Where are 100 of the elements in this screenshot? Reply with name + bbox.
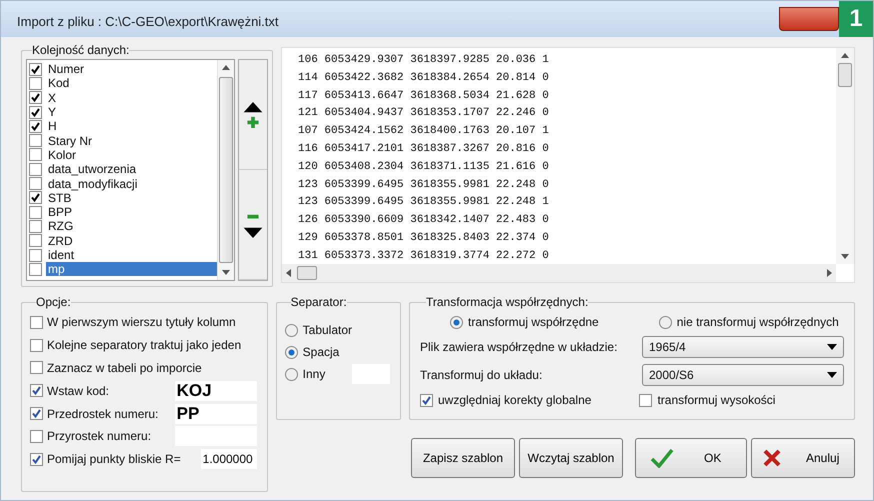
scroll-left-icon[interactable] (286, 269, 291, 277)
radio-label: Inny (302, 367, 326, 381)
preview-line: 106 6053429.9307 3618397.9285 20.036 1 (298, 53, 550, 68)
list-item[interactable]: data_utworzenia (46, 162, 136, 176)
group-legend: Separator: (290, 295, 347, 309)
list-item[interactable]: Numer (46, 62, 84, 76)
radio-button[interactable] (284, 368, 298, 380)
checkbox-label: W pierwszym wierszu tytuły kolumn (47, 315, 236, 330)
field-label: Plik zawiera współrzędne w układzie: (420, 340, 618, 354)
text-field[interactable]: KOJ (174, 380, 257, 401)
radio-label: Spacja (302, 345, 340, 359)
checkbox[interactable] (29, 76, 42, 90)
list-item[interactable]: Kod (46, 76, 70, 90)
preview-line: 114 6053422.3682 3618384.2654 20.814 0 (298, 70, 550, 86)
checkbox[interactable] (29, 262, 42, 276)
text-field[interactable]: 1.000000 (200, 449, 257, 470)
checkbox[interactable] (30, 338, 43, 352)
scroll-thumb[interactable] (219, 77, 233, 263)
checkbox[interactable] (30, 361, 43, 374)
radio-label: transformuj współrzędne (468, 315, 599, 329)
checked-checkbox[interactable] (29, 191, 42, 204)
checkbox-label: Zaznacz w tabeli po imporcie (47, 360, 202, 375)
scroll-up-icon[interactable] (841, 53, 849, 58)
list-item[interactable]: Stary Nr (46, 134, 92, 148)
checkbox[interactable] (29, 148, 42, 162)
list-item[interactable]: Kolor (46, 148, 76, 162)
checkbox-label: Przyrostek numeru: (47, 429, 152, 444)
preview-line: 126 6053390.6609 3618342.1407 22.483 0 (298, 213, 550, 228)
preview-line: 129 6053378.8501 3618325.8403 22.374 0 (298, 230, 550, 246)
source-system-dropdown[interactable]: 1965/4 (642, 336, 844, 358)
group-legend: Transformacja współrzędnych: (426, 295, 588, 309)
checked-checkbox[interactable] (29, 106, 42, 119)
radio-button[interactable] (450, 316, 463, 328)
scroll-down-icon[interactable] (841, 254, 849, 259)
list-item[interactable]: mp (46, 262, 217, 276)
checkmark-icon (650, 448, 674, 468)
preview-line: 107 6053424.1562 3618400.1763 20.107 1 (298, 124, 550, 140)
field-label: Transformuj do układu: (420, 368, 544, 382)
checkbox[interactable] (29, 220, 42, 233)
window-title: Import z pliku : C:\C-GEO\export\Krawężni.txt (17, 14, 279, 28)
checked-checkbox[interactable] (30, 384, 43, 398)
preview-line: 123 6053399.6495 3618355.9981 22.248 1 (298, 195, 550, 210)
cancel-button[interactable]: Anuluj (751, 438, 855, 478)
checkbox[interactable] (29, 234, 42, 248)
checkbox[interactable] (29, 206, 42, 219)
scroll-thumb[interactable] (838, 63, 852, 87)
checkbox[interactable] (30, 430, 43, 443)
scrollbar[interactable] (836, 48, 854, 264)
list-item[interactable]: Y (46, 105, 56, 120)
radio-label: Tabulator (302, 323, 352, 337)
preview-line: 120 6053408.2304 3618371.1135 21.616 0 (298, 160, 550, 175)
preview-line: 116 6053417.2101 3618387.3267 20.816 0 (298, 142, 550, 157)
dropdown-arrow-icon (827, 372, 837, 378)
checkbox[interactable] (29, 248, 42, 262)
list-item[interactable]: BPP (46, 205, 72, 220)
list-item[interactable]: X (46, 90, 56, 105)
list-item[interactable]: data_modyfikacji (46, 176, 138, 191)
radio-button[interactable] (658, 316, 672, 328)
checkbox-label: Pomijaj punkty bliskie R= (47, 452, 181, 466)
list-item[interactable]: RZG (46, 219, 74, 234)
scroll-thumb[interactable] (297, 266, 317, 280)
group-legend: Kolejność danych: (32, 43, 130, 57)
scrollbar[interactable] (282, 264, 836, 282)
radio-button[interactable] (284, 346, 298, 358)
radio-button[interactable] (284, 324, 298, 336)
checked-checkbox[interactable] (30, 452, 43, 466)
checkbox-label: Kolejne separatory traktuj jako jeden (47, 338, 242, 352)
list-item[interactable]: ZRD (46, 234, 73, 248)
preview-line: 121 6053404.9437 3618353.1707 22.246 0 (298, 106, 550, 122)
template-button[interactable]: Zapisz szablon (411, 438, 515, 478)
list-item[interactable]: ident (46, 248, 74, 262)
checked-checkbox[interactable] (29, 120, 42, 133)
checked-checkbox[interactable] (420, 394, 433, 406)
checkbox-label: Wstaw kod: (47, 384, 110, 398)
preview-line: 123 6053399.6495 3618355.9981 22.248 0 (298, 178, 550, 193)
checked-checkbox[interactable] (29, 62, 42, 76)
checkbox[interactable] (639, 394, 652, 406)
checkbox[interactable] (29, 162, 42, 176)
group-legend: Opcje: (36, 295, 71, 309)
radio-label: nie transformuj współrzędnych (676, 315, 839, 329)
checkbox-label: Przedrostek numeru: (47, 406, 158, 421)
checkbox[interactable] (30, 316, 43, 329)
template-button[interactable]: Wczytaj szablon (519, 438, 623, 478)
checkbox-label: transformuj wysokości (657, 393, 776, 407)
scroll-up-icon[interactable] (222, 65, 230, 70)
dropdown-arrow-icon (827, 344, 837, 350)
close-button[interactable] (779, 7, 839, 31)
list-item[interactable]: H (46, 119, 57, 134)
checkbox[interactable] (29, 134, 42, 148)
checked-checkbox[interactable] (29, 91, 42, 104)
ok-button[interactable]: OK (635, 438, 747, 478)
scroll-right-icon[interactable] (827, 269, 832, 277)
scroll-down-icon[interactable] (222, 270, 230, 275)
target-system-dropdown[interactable]: 2000/S6 (642, 364, 844, 386)
scrollbar[interactable] (217, 60, 234, 280)
text-field[interactable]: PP (174, 404, 257, 424)
checked-checkbox[interactable] (30, 407, 43, 420)
checkbox-label: uwzględniaj korekty globalne (438, 393, 592, 407)
checkbox[interactable] (29, 177, 42, 190)
list-item[interactable]: STB (46, 190, 72, 205)
